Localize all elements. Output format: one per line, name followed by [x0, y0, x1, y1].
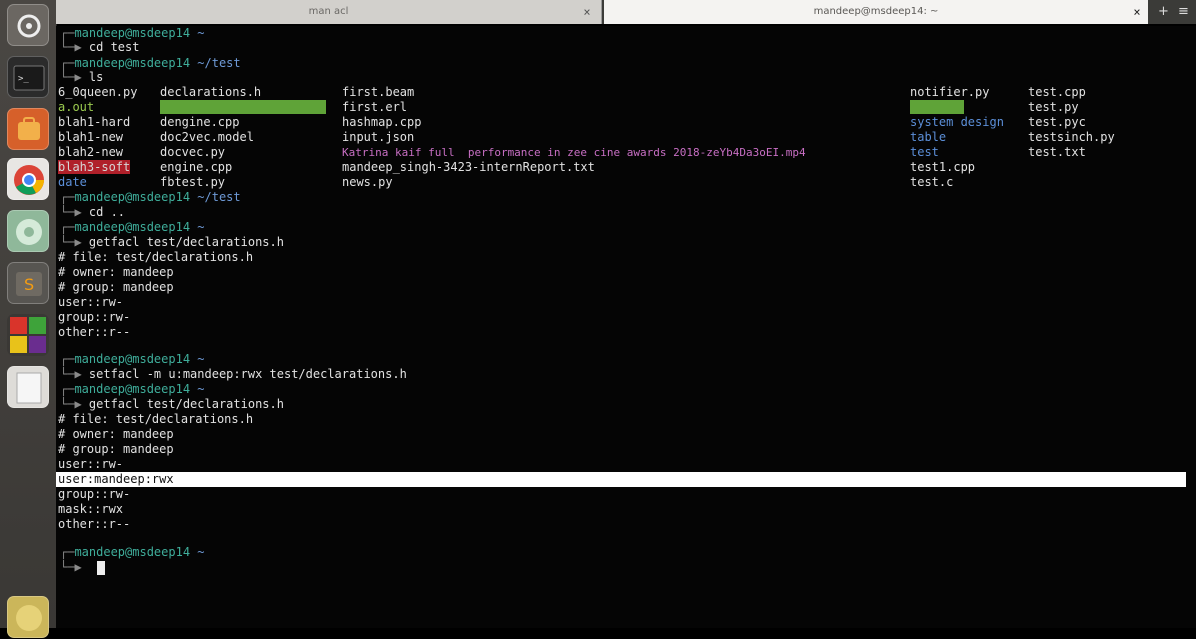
ls-item: test.cpp: [1028, 85, 1086, 99]
ls-item: engine.cpp: [160, 160, 233, 174]
menu-icon[interactable]: ≡: [1178, 0, 1189, 24]
trash-icon[interactable]: [7, 596, 49, 638]
ls-item: Katrina kaif full performance in zee cin…: [342, 146, 806, 159]
prompt-line: ┌─mandeep@msdeep14 ~/test: [60, 56, 241, 70]
command-line: └─▶ getfacl test/declarations.h: [60, 235, 284, 249]
prompt-line: ┌─mandeep@msdeep14 ~: [60, 382, 205, 396]
ls-item: notifier.py: [910, 85, 990, 99]
ls-item: dengine.cpp: [160, 115, 240, 129]
output-line: # group: mandeep: [58, 280, 174, 294]
dash-home-icon[interactable]: [7, 4, 49, 46]
new-tab-icon[interactable]: +: [1158, 0, 1169, 24]
ls-item: mandeep_singh-3423-internReport.txt: [342, 160, 595, 174]
command-line: └─▶ ls: [60, 70, 104, 84]
ls-item: test.py: [1028, 100, 1079, 114]
ls-item: test: [910, 145, 939, 159]
ls-item: test1.cpp: [910, 160, 976, 174]
prompt-line: ┌─mandeep@msdeep14 ~: [60, 545, 205, 559]
tab-title: mandeep@msdeep14: ~: [813, 6, 939, 17]
ls-item: hashmap.cpp: [342, 115, 422, 129]
command-line: └─▶ getfacl test/declarations.h: [60, 397, 284, 411]
ls-item: blah1-hard: [58, 115, 131, 129]
prompt-line: ┌─mandeep@msdeep14 ~: [60, 26, 205, 40]
ls-item: input.json: [342, 130, 415, 144]
ls-item: testsinch.py: [1028, 130, 1115, 144]
ls-item: blah1-new: [58, 130, 124, 144]
output-line: group::rw-: [58, 310, 131, 324]
command-line: └─▶ cd ..: [60, 205, 126, 219]
ls-item: doc2vec.model: [160, 130, 254, 144]
prompt-line: ┌─mandeep@msdeep14 ~: [60, 220, 205, 234]
sublime-text-icon[interactable]: S: [7, 262, 49, 304]
libreoffice-icon[interactable]: [7, 314, 49, 356]
command-line: └─▶: [60, 560, 89, 574]
tab-actions: + ≡: [1152, 0, 1196, 24]
tab-title: man acl: [308, 6, 349, 17]
ls-item: fbtest.py: [160, 175, 226, 189]
ubuntu-software-icon[interactable]: [7, 108, 49, 150]
chrome-icon[interactable]: [7, 158, 49, 200]
close-tab-icon[interactable]: ×: [1128, 0, 1146, 24]
prompt-line: ┌─mandeep@msdeep14 ~/test: [60, 190, 241, 204]
ls-item: docvec.py: [160, 145, 226, 159]
ls-item: date: [58, 175, 87, 189]
output-line: # file: test/declarations.h: [58, 412, 254, 426]
svg-text:>_: >_: [18, 74, 29, 84]
ls-item: blah2-new: [58, 145, 124, 159]
output-line: # owner: mandeep: [58, 427, 174, 441]
text-cursor[interactable]: [97, 561, 105, 575]
ls-item: news.py: [342, 175, 393, 189]
ls-item: test.c: [910, 175, 954, 189]
tab-terminal[interactable]: mandeep@msdeep14: ~: [604, 0, 1148, 24]
ls-item: table: [910, 130, 947, 144]
output-line: other::r--: [58, 517, 131, 531]
output-line: # owner: mandeep: [58, 265, 174, 279]
output-line: user::rw-: [58, 295, 124, 309]
ls-item: 6_0queen.py: [58, 85, 138, 99]
tab-bar: man acl × mandeep@msdeep14: ~ × + ≡: [56, 0, 1196, 24]
output-line: user:mandeep:rwx: [58, 472, 174, 486]
command-line: └─▶ setfacl -m u:mandeep:rwx test/declar…: [60, 367, 407, 381]
output-line: # file: test/declarations.h: [58, 250, 254, 264]
prompt-line: ┌─mandeep@msdeep14 ~: [60, 352, 205, 366]
terminal-icon[interactable]: >_: [7, 56, 49, 98]
ls-item: a.out: [58, 100, 95, 114]
output-line: user::rw-: [58, 457, 124, 471]
ls-item: blah3-soft: [58, 160, 131, 174]
svg-text:S: S: [24, 275, 34, 294]
output-line: other::r--: [58, 325, 131, 339]
command-line: └─▶ cd test: [60, 40, 140, 54]
output-line: group::rw-: [58, 487, 131, 501]
settings-icon[interactable]: [7, 210, 49, 252]
output-line: mask::rwx: [58, 502, 124, 516]
launcher: >_ S: [0, 0, 57, 638]
selected-output-line[interactable]: user:mandeep:rwx: [56, 472, 1186, 487]
files-icon[interactable]: [7, 366, 49, 408]
close-tab-icon[interactable]: ×: [578, 0, 596, 24]
terminal-output[interactable]: ┌─mandeep@msdeep14 ~ └─▶ cd test ┌─mande…: [56, 26, 1196, 628]
ls-item: declarations.h: [160, 85, 262, 99]
tab-man-acl[interactable]: man acl: [56, 0, 602, 24]
ls-item: test.pyc: [1028, 115, 1086, 129]
ls-item: system design: [910, 115, 1004, 129]
ls-item: test.txt: [1028, 145, 1086, 159]
ls-item: first.beam: [342, 85, 415, 99]
ls-item: first.erl: [342, 100, 408, 114]
output-line: # group: mandeep: [58, 442, 174, 456]
